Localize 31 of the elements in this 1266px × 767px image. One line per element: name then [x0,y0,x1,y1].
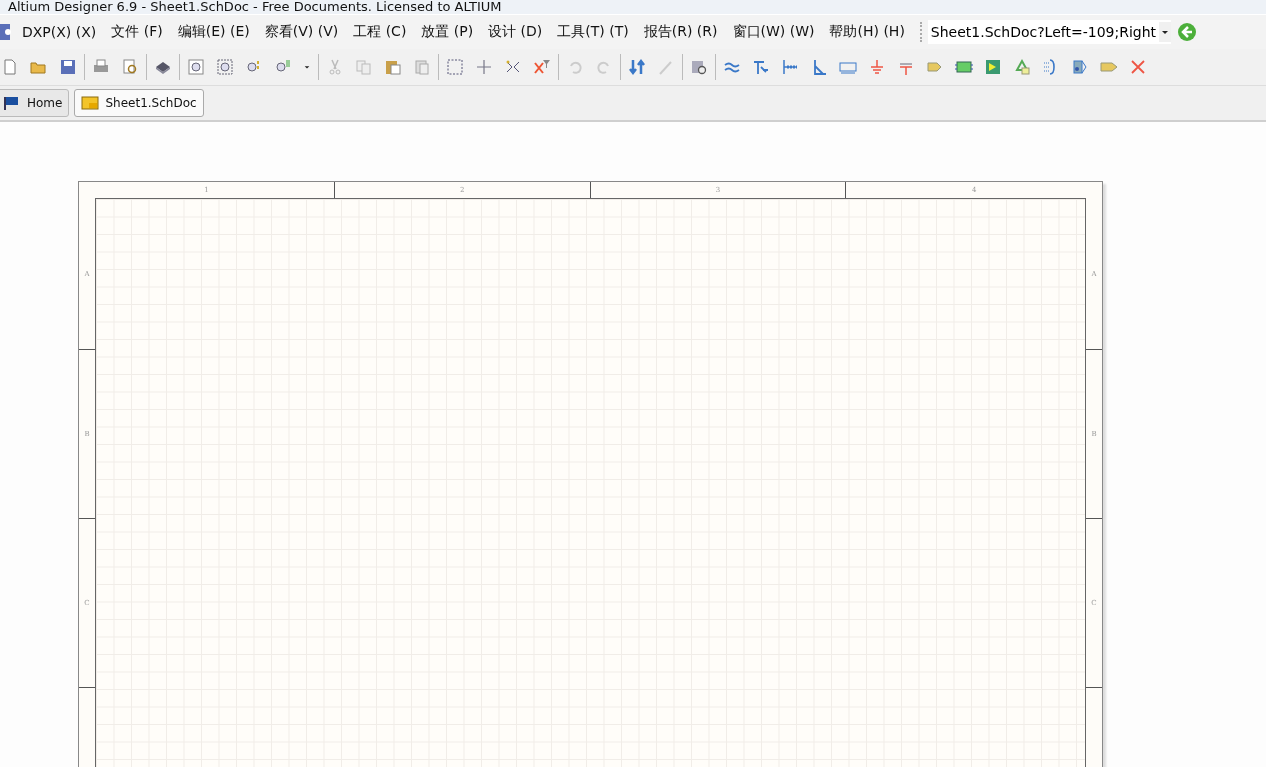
menu-item[interactable]: 工程 (C) [349,23,418,41]
app-icon[interactable] [0,23,14,41]
dropdown-caret-icon[interactable] [1159,22,1172,42]
document-tab[interactable]: Home [0,89,70,117]
menu-item[interactable]: 察看(V) (V) [260,23,350,41]
document-tab[interactable]: Sheet1.SchDoc [74,89,204,117]
menu-item[interactable]: 放置 (P) [417,23,485,41]
zoom-fit-icon[interactable] [187,58,205,76]
print-preview-icon[interactable] [121,58,139,76]
window-title: Altium Designer 6.9 - Sheet1.SchDoc - Free Documents. Licensed to ALTIUM [0,0,1266,14]
schematic-sheet-icon [81,96,100,110]
selection-rectangle-icon[interactable] [446,58,464,76]
new-document-icon[interactable] [1,58,19,76]
flag-icon [3,96,21,110]
scissors-icon[interactable] [326,58,344,76]
menu-item[interactable]: DXP(X) (X) [18,24,108,40]
address-field[interactable]: Sheet1.SchDoc?Left=-109;Right [927,20,1172,44]
menu-item[interactable]: 工具(T) (T) [553,23,640,41]
ground-icon[interactable] [868,58,886,76]
menu-item[interactable]: 文件 (F) [107,23,174,41]
menu-item[interactable]: 报告(R) (R) [639,23,729,41]
save-icon[interactable] [59,58,77,76]
menu-item[interactable]: 编辑(E) (E) [173,23,261,41]
paste-icon[interactable] [384,58,402,76]
menu-item[interactable]: 帮助(H) (H) [825,23,916,41]
clear-filter-icon[interactable] [533,58,551,76]
menu-item[interactable]: 窗口(W) (W) [728,23,826,41]
up-down-arrows-icon[interactable] [628,58,646,76]
close-icon[interactable] [1129,58,1147,76]
menu-item[interactable]: 设计 (D) [484,23,554,41]
move-cross-icon[interactable] [475,58,493,76]
